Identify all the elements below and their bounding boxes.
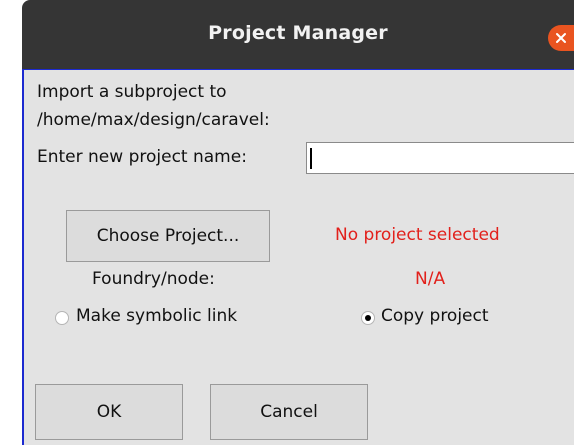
ok-label: OK <box>96 402 122 422</box>
radio-selected-dot <box>365 315 371 321</box>
symbolic-link-radio[interactable] <box>55 311 69 325</box>
foundry-node-label: Foundry/node: <box>92 269 215 289</box>
dialog-body: Import a subproject to /home/max/design/… <box>22 69 574 445</box>
copy-project-label[interactable]: Copy project <box>381 306 489 326</box>
title-bar[interactable]: Project Manager <box>22 0 574 69</box>
project-name-input[interactable] <box>306 142 574 174</box>
window-title: Project Manager <box>208 22 388 44</box>
close-icon <box>556 33 566 43</box>
symbolic-link-label[interactable]: Make symbolic link <box>76 306 237 326</box>
text-cursor <box>310 148 312 169</box>
close-button[interactable] <box>548 25 574 51</box>
copy-project-radio[interactable] <box>361 311 375 325</box>
choose-project-button[interactable]: Choose Project... <box>66 210 270 262</box>
import-label: Import a subproject to <box>37 82 227 102</box>
project-name-label: Enter new project name: <box>37 147 247 167</box>
project-status: No project selected <box>335 225 500 245</box>
import-path: /home/max/design/caravel: <box>37 110 270 130</box>
app-stage: Project Manager Import a subproject to /… <box>0 0 574 445</box>
cancel-label: Cancel <box>260 402 318 422</box>
foundry-node-value: N/A <box>415 269 446 289</box>
choose-project-label: Choose Project... <box>96 226 240 246</box>
ok-button[interactable]: OK <box>35 384 183 440</box>
cancel-button[interactable]: Cancel <box>210 384 368 440</box>
